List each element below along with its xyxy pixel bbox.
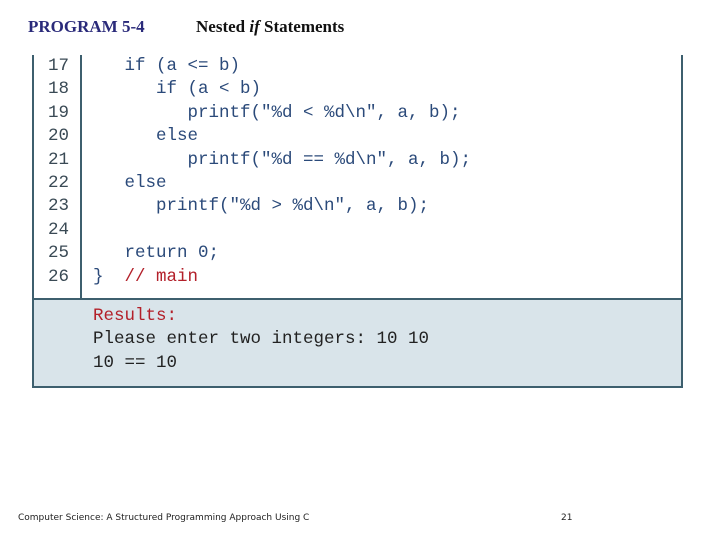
code-line: 20 else bbox=[34, 125, 681, 148]
results-line: 10 == 10 bbox=[93, 352, 178, 373]
results-line: Please enter two integers: 10 10 bbox=[93, 329, 430, 350]
title-prefix: Nested bbox=[196, 17, 250, 36]
code-line: 17 if (a <= b) bbox=[34, 55, 681, 78]
code-line: 18 if (a < b) bbox=[34, 78, 681, 101]
line-number: 20 bbox=[48, 126, 70, 147]
code-line: 23 printf("%d > %d\n", a, b); bbox=[34, 195, 681, 218]
code-line: 25 return 0; bbox=[34, 242, 681, 265]
program-title: Nested if Statements bbox=[196, 17, 344, 37]
code-text: else bbox=[93, 125, 198, 148]
code-statement: printf("%d > %d\n", a, b); bbox=[93, 196, 430, 217]
line-number: 23 bbox=[48, 196, 70, 217]
code-text: printf("%d < %d\n", a, b); bbox=[93, 102, 461, 125]
results-panel: Results: Please enter two integers: 10 1… bbox=[32, 300, 683, 388]
code-line: 24 bbox=[34, 219, 681, 242]
line-number: 22 bbox=[48, 173, 70, 193]
code-statement: return 0; bbox=[93, 243, 220, 264]
code-text: printf("%d > %d\n", a, b); bbox=[93, 195, 429, 218]
code-text: return 0; bbox=[93, 242, 220, 265]
code-line: 21 printf("%d == %d\n", a, b); bbox=[34, 149, 681, 172]
code-statement: else bbox=[93, 173, 167, 193]
line-number: 19 bbox=[48, 102, 70, 123]
code-comment: // main bbox=[124, 266, 199, 287]
code-statement: if (a <= b) bbox=[93, 56, 241, 76]
code-text: printf("%d == %d\n", a, b); bbox=[93, 149, 472, 172]
page-number: 21 bbox=[561, 513, 573, 523]
title-suffix: Statements bbox=[259, 17, 345, 36]
code-line: 19 printf("%d < %d\n", a, b); bbox=[34, 102, 681, 125]
code-statement: if (a < b) bbox=[93, 79, 262, 100]
code-statement: } bbox=[93, 266, 125, 287]
footer-book-title: Computer Science: A Structured Programmi… bbox=[18, 513, 310, 523]
results-label: Results: bbox=[93, 306, 178, 326]
code-line: 22 else bbox=[34, 172, 681, 195]
title-keyword: if bbox=[249, 17, 260, 36]
code-text: if (a < b) bbox=[93, 78, 261, 101]
code-text: } // main bbox=[93, 266, 198, 289]
code-statement: printf("%d == %d\n", a, b); bbox=[93, 149, 472, 170]
line-number: 18 bbox=[48, 79, 70, 100]
line-number: 21 bbox=[48, 149, 70, 170]
line-number: 17 bbox=[48, 56, 70, 76]
line-number: 25 bbox=[48, 243, 70, 264]
program-label: PROGRAM 5-4 bbox=[28, 17, 145, 36]
slide: PROGRAM 5-4 Nested if Statements 17 if (… bbox=[0, 0, 720, 540]
line-number: 26 bbox=[48, 266, 70, 287]
code-line: 26} // main bbox=[34, 266, 681, 289]
code-listing: 17 if (a <= b) 18 if (a < b) 19 printf("%d… bbox=[32, 55, 683, 300]
code-statement: printf("%d < %d\n", a, b); bbox=[93, 102, 461, 123]
code-statement: else bbox=[93, 126, 199, 147]
line-number: 24 bbox=[48, 219, 70, 240]
code-text: else bbox=[93, 172, 167, 195]
code-text: if (a <= b) bbox=[93, 55, 241, 78]
